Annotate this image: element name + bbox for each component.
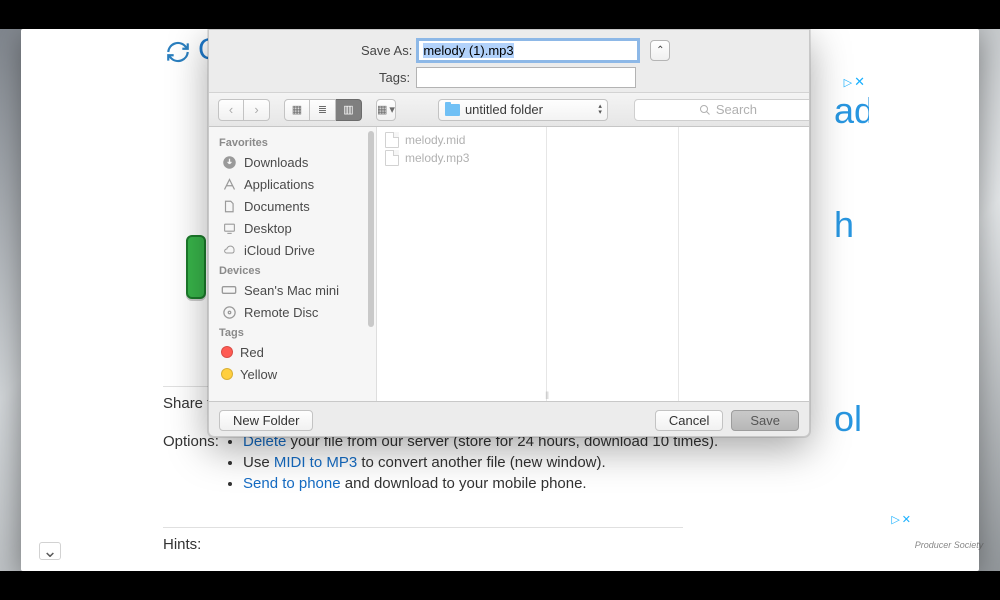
watermark: Producer Society: [906, 510, 992, 580]
updown-icon: ▴▾: [598, 104, 602, 116]
disc-icon: [221, 304, 237, 320]
save-dialog: Save As: ⌃ Tags: ‹ › ▦ ≣ ▥ ▦▾ untitled f…: [208, 29, 810, 437]
sidebar-tag-red[interactable]: Red: [209, 341, 376, 363]
option-phone: Send to phone and download to your mobil…: [243, 473, 718, 494]
sidebar-item-remotedisc[interactable]: Remote Disc: [209, 301, 376, 323]
option-phone-link[interactable]: Send to phone: [243, 475, 341, 492]
ad-close-icon[interactable]: ✕: [854, 74, 865, 90]
sidebar-item-applications[interactable]: Applications: [209, 173, 376, 195]
grid-small-icon: ▦: [377, 103, 387, 116]
save-as-input[interactable]: [418, 40, 638, 61]
expand-toggle-button[interactable]: ⌃: [650, 40, 670, 61]
sidebar-item-desktop[interactable]: Desktop: [209, 217, 376, 239]
devices-header: Devices: [209, 261, 376, 279]
hints-label: Hints:: [163, 527, 683, 553]
tags-label: Tags:: [379, 70, 410, 85]
tags-input[interactable]: [416, 67, 636, 88]
desktop-icon: [221, 220, 237, 236]
folder-icon: [445, 104, 460, 116]
file-row[interactable]: melody.mp3: [377, 149, 546, 167]
option-convert: Use MIDI to MP3 to convert another file …: [243, 452, 718, 473]
applications-icon: [221, 176, 237, 192]
search-placeholder: Search: [716, 102, 757, 117]
column-resize-handle[interactable]: ‖: [545, 391, 555, 401]
file-column-empty: [547, 127, 679, 401]
cloud-icon: [221, 242, 237, 258]
cancel-button[interactable]: Cancel: [655, 410, 723, 431]
chevron-left-icon: ‹: [229, 102, 233, 117]
refresh-icon: [163, 37, 193, 67]
location-name: untitled folder: [465, 102, 543, 117]
ad-arrow-icon: ▷: [891, 513, 899, 526]
documents-icon: [221, 198, 237, 214]
file-icon: [385, 132, 399, 148]
search-icon: [699, 104, 711, 116]
arrange-button[interactable]: ▦▾: [376, 99, 396, 121]
sidebar-item-icloud[interactable]: iCloud Drive: [209, 239, 376, 261]
dialog-toolbar: ‹ › ▦ ≣ ▥ ▦▾ untitled folder ▴▾ Search: [209, 92, 809, 127]
search-input[interactable]: Search: [634, 99, 810, 121]
view-columns-button[interactable]: ▥: [336, 99, 362, 121]
list-icon: ≣: [318, 103, 327, 116]
sidebar-scrollbar[interactable]: [368, 131, 374, 327]
option-midi-link[interactable]: MIDI to MP3: [274, 454, 357, 471]
nav-back-button[interactable]: ‹: [218, 99, 244, 121]
save-as-label: Save As:: [361, 43, 412, 58]
computer-icon: [221, 282, 237, 298]
collapse-chevron-icon[interactable]: ⌄: [39, 542, 61, 560]
favorites-header: Favorites: [209, 133, 376, 151]
view-icons-button[interactable]: ▦: [284, 99, 310, 121]
chevron-right-icon: ›: [254, 102, 258, 117]
sidebar-tag-yellow[interactable]: Yellow: [209, 363, 376, 385]
file-icon: [385, 150, 399, 166]
location-popup[interactable]: untitled folder ▴▾: [438, 99, 608, 121]
grid-icon: ▦: [292, 103, 302, 116]
file-column: melody.mid melody.mp3: [377, 127, 547, 401]
file-row[interactable]: melody.mid: [377, 131, 546, 149]
sidebar-item-downloads[interactable]: Downloads: [209, 151, 376, 173]
nav-forward-button[interactable]: ›: [244, 99, 270, 121]
sidebar-item-macmini[interactable]: Sean's Mac mini: [209, 279, 376, 301]
download-button-partial[interactable]: [186, 235, 206, 299]
side-ad: ad h ol: [834, 89, 869, 489]
chevron-up-icon: ⌃: [656, 45, 664, 56]
view-list-button[interactable]: ≣: [310, 99, 336, 121]
download-icon: [221, 154, 237, 170]
save-button[interactable]: Save: [731, 410, 799, 431]
ad-arrow-icon: ▷: [844, 76, 852, 89]
tag-dot-icon: [221, 368, 233, 380]
sidebar: Favorites Downloads Applications Documen…: [209, 127, 377, 401]
sidebar-item-documents[interactable]: Documents: [209, 195, 376, 217]
chevron-down-icon: ▾: [389, 103, 395, 116]
tag-dot-icon: [221, 346, 233, 358]
file-column-empty: [679, 127, 810, 401]
columns-icon: ▥: [343, 103, 353, 116]
new-folder-button[interactable]: New Folder: [219, 410, 313, 431]
options-list: Delete your file from our server (store …: [225, 431, 718, 494]
tags-header: Tags: [209, 323, 376, 341]
ad-badge-top[interactable]: ▷✕: [844, 74, 865, 90]
